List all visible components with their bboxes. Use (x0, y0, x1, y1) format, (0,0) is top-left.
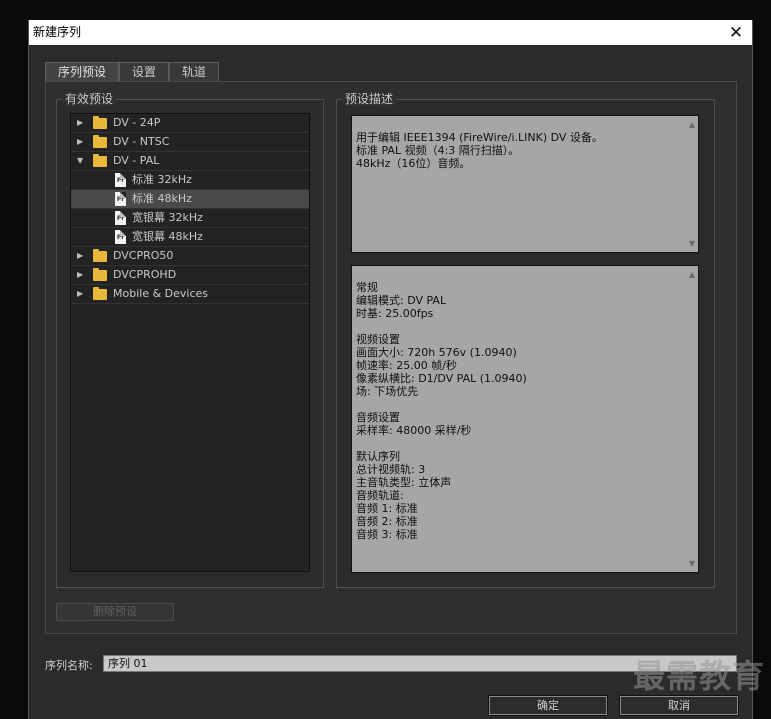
scroll-up-icon[interactable]: ▲ (689, 118, 695, 131)
preset-description-group: 预设描述 用于编辑 IEEE1394 (FireWire/i.LINK) DV … (336, 92, 715, 588)
window-title: 新建序列 (33, 25, 82, 39)
ok-button[interactable]: 确定 (488, 695, 608, 716)
new-sequence-dialog: 新建序列 ✕ 序列预设 设置 轨道 有效预设 ▶ DV - 24P ▶ DV -… (28, 20, 753, 719)
expand-arrow-icon[interactable]: ▶ (77, 266, 83, 284)
available-presets-label: 有效预设 (62, 92, 117, 106)
tree-folder-dv-ntsc[interactable]: ▶ DV - NTSC (71, 133, 309, 152)
tree-item-label: DVCPRO50 (113, 249, 174, 262)
tab-tracks[interactable]: 轨道 (169, 62, 219, 82)
preset-description-label: 预设描述 (342, 92, 397, 106)
title-bar: 新建序列 ✕ (29, 20, 752, 45)
folder-icon (93, 154, 107, 167)
folder-icon (93, 268, 107, 281)
description-content: 用于编辑 IEEE1394 (FireWire/i.LINK) DV 设备。 标… (356, 131, 603, 170)
tree-item-label: 标准 32kHz (132, 173, 192, 186)
tree-item-label: 标准 48kHz (132, 192, 192, 205)
expand-arrow-icon[interactable]: ▶ (77, 114, 83, 132)
folder-icon (93, 116, 107, 129)
close-icon[interactable]: ✕ (726, 23, 746, 43)
tree-item-label: DV - 24P (113, 116, 161, 129)
scroll-down-icon[interactable]: ▼ (689, 237, 695, 250)
premiere-preset-icon: Pr (115, 192, 126, 206)
tree-folder-dvcpro50[interactable]: ▶ DVCPRO50 (71, 247, 309, 266)
tree-item-label: DV - PAL (113, 154, 160, 167)
preset-description-text[interactable]: 用于编辑 IEEE1394 (FireWire/i.LINK) DV 设备。 标… (351, 115, 699, 253)
tab-settings[interactable]: 设置 (119, 62, 169, 82)
preset-details-text[interactable]: 常规 编辑模式: DV PAL 时基: 25.00fps 视频设置 画面大小: … (351, 265, 699, 573)
tree-preset-widescreen-32khz[interactable]: Pr 宽银幕 32kHz (71, 209, 309, 228)
details-content: 常规 编辑模式: DV PAL 时基: 25.00fps 视频设置 画面大小: … (356, 281, 527, 541)
expand-arrow-icon[interactable]: ▶ (77, 133, 83, 151)
scroll-down-icon[interactable]: ▼ (689, 557, 695, 570)
tab-sequence-presets[interactable]: 序列预设 (45, 62, 119, 83)
tree-preset-standard-32khz[interactable]: Pr 标准 32kHz (71, 171, 309, 190)
folder-icon (93, 249, 107, 262)
premiere-preset-icon: Pr (115, 230, 126, 244)
tree-item-label: 宽银幕 48kHz (132, 230, 203, 243)
tree-folder-dv-pal[interactable]: ▼ DV - PAL (71, 152, 309, 171)
watermark-logo: 最需教育 (632, 657, 765, 695)
tree-item-label: 宽银幕 32kHz (132, 211, 203, 224)
tree-item-label: Mobile & Devices (113, 287, 209, 300)
tree-item-label: DV - NTSC (113, 135, 170, 148)
folder-icon (93, 287, 107, 300)
collapse-arrow-icon[interactable]: ▼ (77, 152, 83, 170)
tree-item-label: DVCPROHD (113, 268, 177, 281)
expand-arrow-icon[interactable]: ▶ (77, 247, 83, 265)
tree-preset-widescreen-48khz[interactable]: Pr 宽银幕 48kHz (71, 228, 309, 247)
expand-arrow-icon[interactable]: ▶ (77, 285, 83, 303)
folder-icon (93, 135, 107, 148)
available-presets-group: 有效预设 ▶ DV - 24P ▶ DV - NTSC ▼ DV - PAL P… (56, 92, 324, 588)
tree-folder-dv-24p[interactable]: ▶ DV - 24P (71, 114, 309, 133)
tab-content-panel: 有效预设 ▶ DV - 24P ▶ DV - NTSC ▼ DV - PAL P… (45, 81, 737, 634)
delete-preset-button[interactable]: 删除预设 (56, 603, 174, 621)
scroll-up-icon[interactable]: ▲ (689, 268, 695, 281)
tree-folder-mobile-devices[interactable]: ▶ Mobile & Devices (71, 285, 309, 304)
cancel-button[interactable]: 取消 (619, 695, 739, 716)
tree-preset-standard-48khz[interactable]: Pr 标准 48kHz (71, 190, 309, 209)
premiere-preset-icon: Pr (115, 211, 126, 225)
sequence-name-label: 序列名称: (45, 659, 93, 672)
premiere-preset-icon: Pr (115, 173, 126, 187)
tree-folder-dvcprohd[interactable]: ▶ DVCPROHD (71, 266, 309, 285)
preset-tree[interactable]: ▶ DV - 24P ▶ DV - NTSC ▼ DV - PAL Pr 标准 … (70, 113, 310, 572)
